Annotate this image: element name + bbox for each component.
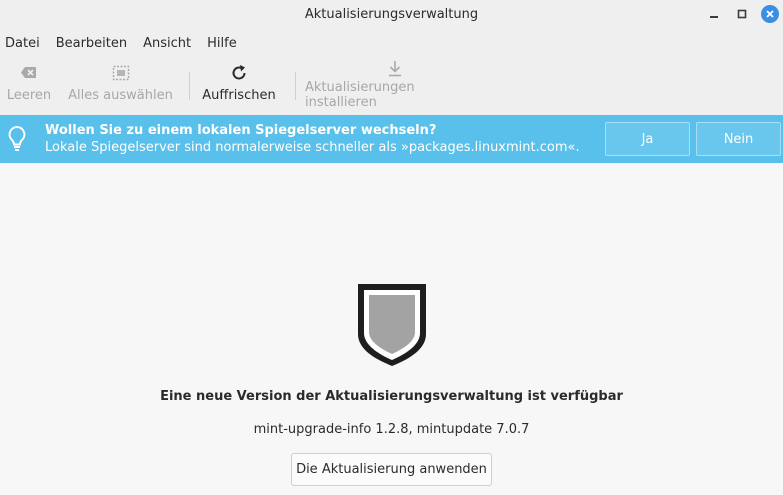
update-heading: Eine neue Version der Aktualisierungsver…: [160, 389, 623, 404]
refresh-label: Auffrischen: [202, 88, 276, 103]
minimize-button[interactable]: [701, 1, 727, 27]
menu-bearbeiten[interactable]: Bearbeiten: [56, 36, 127, 51]
close-button[interactable]: [757, 1, 783, 27]
menu-ansicht[interactable]: Ansicht: [143, 36, 191, 51]
maximize-icon: [737, 9, 747, 19]
select-all-icon: [112, 65, 129, 81]
select-all-label: Alles auswählen: [68, 88, 173, 103]
apply-update-button[interactable]: Die Aktualisierung anwenden: [291, 453, 492, 486]
refresh-button[interactable]: Auffrischen: [199, 58, 279, 110]
menu-hilfe[interactable]: Hilfe: [207, 36, 237, 51]
menu-bar: Datei Bearbeiten Ansicht Hilfe: [0, 30, 783, 56]
refresh-icon: [232, 65, 246, 80]
minimize-icon: [710, 16, 718, 18]
window-controls: [699, 0, 783, 28]
clear-label: Leeren: [6, 88, 52, 103]
no-button[interactable]: Nein: [696, 122, 781, 156]
toolbar-separator: [295, 72, 296, 100]
main-content: Eine neue Version der Aktualisierungsver…: [0, 163, 783, 495]
toolbar: Leeren Alles auswählen Auffrischen Aktua…: [0, 58, 783, 114]
close-icon: [761, 5, 779, 23]
lightbulb-icon: [6, 125, 28, 157]
window-title: Aktualisierungsverwaltung: [304, 6, 479, 22]
menu-datei[interactable]: Datei: [5, 36, 40, 51]
title-bar: Aktualisierungsverwaltung: [0, 0, 783, 28]
version-info: mint-upgrade-info 1.2.8, mintupdate 7.0.…: [253, 422, 530, 437]
select-all-button[interactable]: Alles auswählen: [68, 58, 173, 110]
install-updates-label: Aktualisierungen installieren: [305, 80, 415, 110]
toolbar-separator: [189, 72, 190, 100]
infobar-message: Lokale Spiegelserver sind normalerweise …: [45, 140, 580, 155]
yes-button[interactable]: Ja: [605, 122, 690, 156]
mirror-infobar: Wollen Sie zu einem lokalen Spiegelserve…: [0, 115, 783, 163]
install-updates-button[interactable]: Aktualisierungen installieren: [305, 58, 485, 110]
download-icon: [389, 61, 401, 77]
maximize-button[interactable]: [729, 1, 755, 27]
shield-icon: [356, 282, 428, 372]
infobar-title: Wollen Sie zu einem lokalen Spiegelserve…: [45, 123, 437, 138]
clear-icon: [21, 67, 36, 78]
clear-button[interactable]: Leeren: [2, 58, 56, 110]
